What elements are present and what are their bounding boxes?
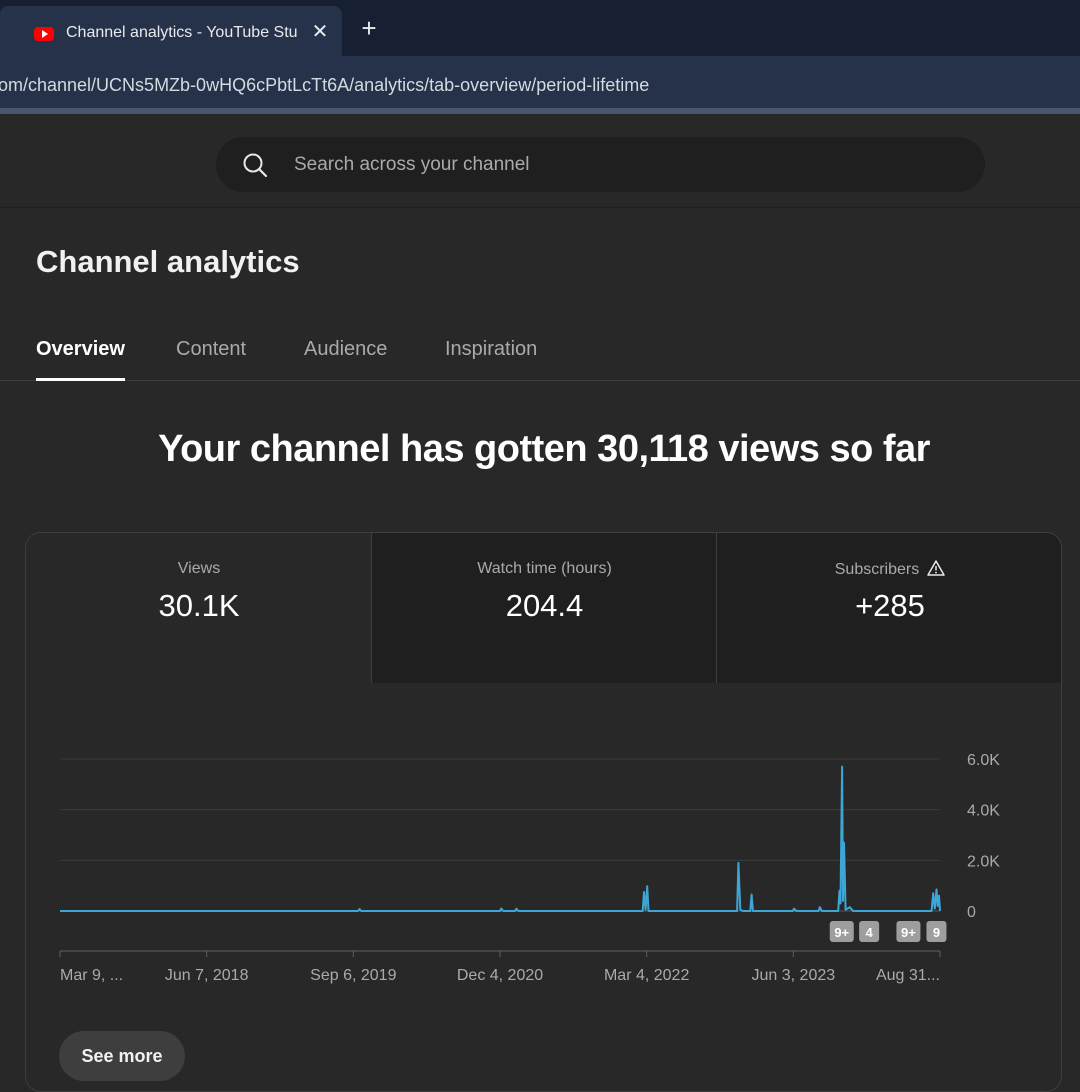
chart-annotation-label: 4 bbox=[866, 925, 874, 940]
y-tick-label: 0 bbox=[967, 904, 976, 921]
metric-label: Subscribers bbox=[834, 561, 920, 578]
x-tick-label: Dec 4, 2020 bbox=[457, 967, 543, 984]
x-tick-label: Sep 6, 2019 bbox=[310, 967, 396, 984]
x-tick-label: Aug 31... bbox=[876, 967, 940, 984]
views-series-line bbox=[60, 765, 941, 912]
browser-tab-title: Channel analytics - YouTube Studio bbox=[66, 24, 298, 41]
metric-label: Watch time (hours) bbox=[477, 560, 612, 577]
metric-views[interactable]: Views 30.1K bbox=[26, 533, 372, 683]
search-box[interactable] bbox=[216, 137, 985, 192]
tab-overview[interactable]: Overview bbox=[36, 338, 125, 381]
x-tick-label: Mar 4, 2022 bbox=[604, 967, 689, 984]
tab-content[interactable]: Content bbox=[176, 338, 246, 381]
views-headline: Your channel has gotten 30,118 views so … bbox=[158, 428, 930, 470]
warning-icon[interactable] bbox=[927, 560, 945, 576]
views-chart: 6.0K 4.0K 2.0K 0 Mar 9, ... Jun 7, 2018 Sep 6,… bbox=[59, 752, 1000, 984]
new-tab-icon[interactable]: + bbox=[356, 14, 382, 42]
address-bar-url[interactable]: om/channel/UCNs5MZb-0wHQ6cPbtLcTt6A/anal… bbox=[0, 75, 649, 96]
metric-label-row: Subscribers bbox=[717, 560, 1061, 579]
see-more-button[interactable]: See more bbox=[59, 1031, 185, 1081]
chart-annotation-label: 9+ bbox=[834, 925, 849, 940]
x-tick-label: Mar 9, ... bbox=[60, 967, 123, 984]
browser-tab[interactable]: Channel analytics - YouTube Studio ✕ bbox=[0, 6, 342, 56]
x-tick-label: Jun 7, 2018 bbox=[165, 967, 249, 984]
search-input[interactable] bbox=[294, 152, 894, 178]
search-icon[interactable] bbox=[242, 152, 268, 178]
metric-label: Views bbox=[177, 560, 221, 577]
x-tick-label: Jun 3, 2023 bbox=[752, 967, 836, 984]
page-title: Channel analytics bbox=[36, 244, 300, 279]
studio-header bbox=[0, 120, 1080, 208]
y-tick-label: 6.0K bbox=[967, 752, 1000, 769]
tab-audience[interactable]: Audience bbox=[304, 338, 387, 381]
youtube-favicon-icon bbox=[34, 27, 54, 41]
close-tab-icon[interactable]: ✕ bbox=[310, 20, 330, 44]
y-tick-label: 2.0K bbox=[967, 853, 1000, 870]
address-bar[interactable]: om/channel/UCNs5MZb-0wHQ6cPbtLcTt6A/anal… bbox=[0, 56, 1080, 114]
metric-subscribers[interactable]: Subscribers +285 bbox=[717, 533, 1061, 683]
overview-card: Views 30.1K Watch time (hours) 204.4 Sub… bbox=[25, 532, 1062, 1092]
chart-annotation-label: 9+ bbox=[901, 925, 916, 940]
metric-value: 204.4 bbox=[505, 588, 584, 623]
metric-value: 30.1K bbox=[158, 588, 240, 623]
metric-watch-time[interactable]: Watch time (hours) 204.4 bbox=[372, 533, 717, 683]
tab-inspiration[interactable]: Inspiration bbox=[445, 338, 537, 381]
browser-tab-bar: Channel analytics - YouTube Studio ✕ + bbox=[0, 0, 1080, 56]
metric-value: +285 bbox=[855, 588, 925, 623]
y-tick-label: 4.0K bbox=[967, 803, 1000, 820]
chart-annotation-label: 9 bbox=[933, 925, 940, 940]
analytics-tabs: Overview Content Audience Inspiration bbox=[0, 320, 1080, 381]
